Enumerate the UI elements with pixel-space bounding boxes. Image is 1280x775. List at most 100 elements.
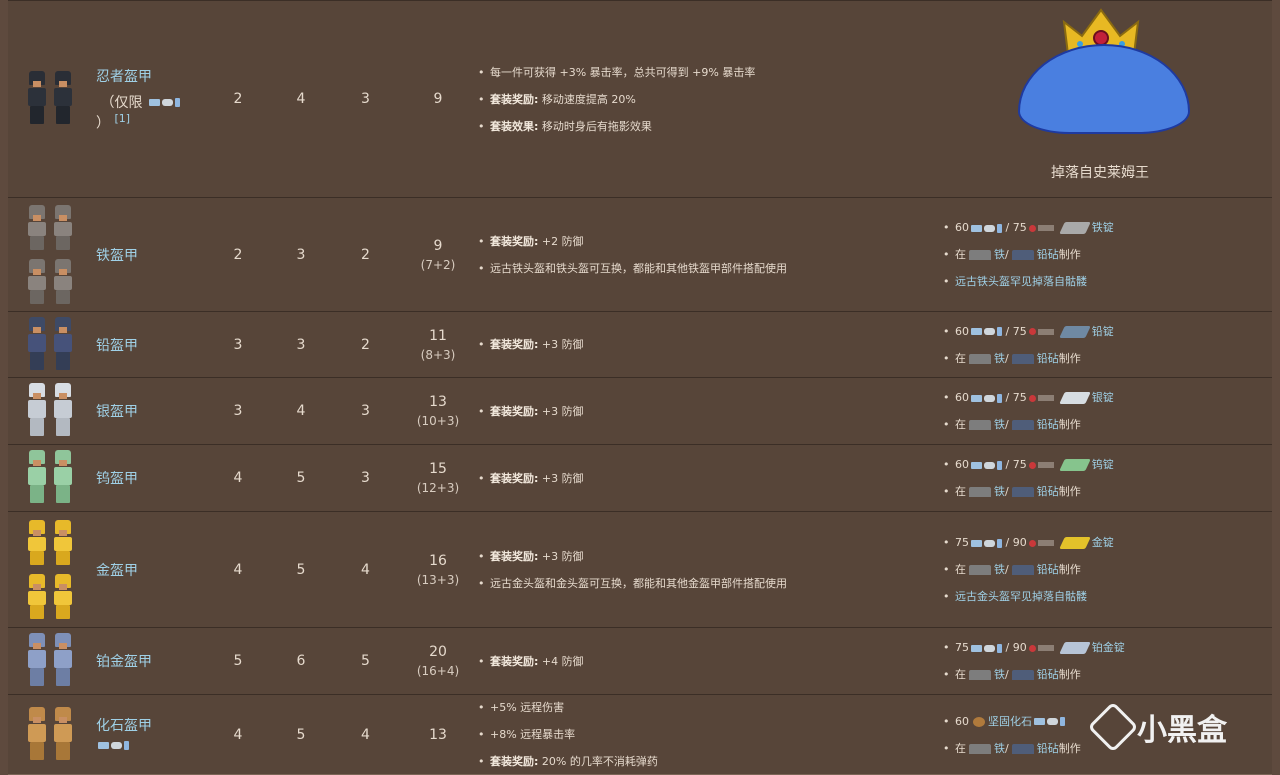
- console-icon: [1047, 718, 1058, 725]
- material-link[interactable]: 坚固化石: [988, 715, 1032, 728]
- bonus-text: +4 防御: [541, 654, 584, 668]
- armor-name-link[interactable]: 化石盔甲: [96, 715, 152, 735]
- platinum-bar-icon: [1058, 642, 1091, 654]
- anvil-link[interactable]: 铅砧: [1037, 352, 1059, 365]
- armor-figure-icon: [25, 71, 49, 127]
- anvil-link[interactable]: 铁: [994, 485, 1005, 498]
- iron-anvil-icon: [969, 420, 991, 430]
- bar-link[interactable]: 铂金锭: [1092, 641, 1125, 654]
- old-gen-console-icon: [1028, 224, 1036, 232]
- iron-anvil-icon: [969, 487, 991, 497]
- total-value: 13: [429, 726, 447, 743]
- head-defense: 4: [233, 470, 243, 486]
- anvil-link[interactable]: 铁: [994, 418, 1005, 431]
- craft-item: 在铁/铅砧制作: [943, 241, 1114, 268]
- platform-note-close: ）: [96, 115, 110, 132]
- armor-figure-icon: [25, 258, 49, 305]
- bonus-item: 套装奖励: +3 防御: [478, 543, 787, 570]
- pc-icon: [98, 742, 109, 749]
- bonus-cell: +5% 远程伤害 +8% 远程暴击率 套装奖励: 20% 的几率不消耗弹药: [478, 694, 933, 775]
- total-breakdown: (10+3): [416, 414, 460, 428]
- armor-name-link[interactable]: 金盔甲: [96, 560, 138, 580]
- armor-name-link[interactable]: 铅盔甲: [96, 335, 138, 355]
- mobile-icon: [174, 98, 180, 108]
- armor-name-link[interactable]: 忍者盔甲: [96, 66, 180, 86]
- mobile-icon: [997, 327, 1002, 336]
- craft-suffix: 制作: [1058, 485, 1081, 498]
- footnote-link[interactable]: [1]: [114, 112, 130, 125]
- bonus-item: 套装奖励: 20% 的几率不消耗弹药: [478, 748, 658, 775]
- bar-link[interactable]: 银锭: [1092, 391, 1114, 404]
- table-row: 铁盔甲 2 3 2 9 (7+2) 套装奖励: +2 防御 远古铁头盔和铁头盔可…: [8, 197, 1272, 312]
- armor-name-link[interactable]: 铁盔甲: [96, 245, 138, 265]
- anvil-link[interactable]: 铁: [994, 248, 1005, 261]
- bar-link[interactable]: 钨锭: [1092, 458, 1114, 471]
- armor-figure-icon: [51, 706, 75, 763]
- armor-name-cell: 钨盔甲: [96, 445, 196, 511]
- extra-item: 远古金头盔罕见掉落自骷髅: [943, 583, 1114, 610]
- armor-name-link[interactable]: 银盔甲: [96, 401, 138, 421]
- anvil-link[interactable]: 铅砧: [1037, 248, 1059, 261]
- bar-link[interactable]: 铁锭: [1092, 221, 1114, 234]
- bonus-text: +3 防御: [541, 471, 584, 485]
- cost-item: 60 / 75钨锭: [943, 451, 1114, 478]
- armor-name-link[interactable]: 钨盔甲: [96, 468, 138, 488]
- bonus-label: 套装奖励:: [490, 338, 539, 351]
- bonus-cell: 套装奖励: +2 防御 远古铁头盔和铁头盔可互换，都能和其他铁盔甲部件搭配使用: [478, 198, 933, 311]
- craft-suffix: 制作: [1058, 741, 1081, 755]
- head-defense: 3: [233, 336, 243, 353]
- armor-figure-icon: [25, 204, 49, 251]
- armor-figure-icon: [25, 633, 49, 689]
- total-breakdown: (7+2): [420, 257, 456, 272]
- 3ds-icon: [1037, 225, 1054, 231]
- head-defense: 3: [233, 403, 243, 419]
- cost-secondary: 75: [1012, 391, 1027, 404]
- bonus-text: 20% 的几率不消耗弹药: [541, 755, 658, 768]
- bonus-item: +5% 远程伤害: [478, 694, 658, 721]
- anvil-link[interactable]: 铅砧: [1037, 742, 1059, 755]
- bonus-text: 每一件可获得 +3% 暴击率，总共可得到 +9% 暴击率: [490, 65, 756, 79]
- source-cell: 75 / 90金锭 在铁/铅砧制作 远古金头盔罕见掉落自骷髅: [943, 512, 1272, 627]
- armor-name-cell: 金盔甲: [96, 512, 196, 627]
- bar-link[interactable]: 金锭: [1092, 536, 1114, 549]
- craft-suffix: 制作: [1058, 418, 1081, 431]
- legs-defense: 3: [361, 470, 370, 486]
- bonus-list: +5% 远程伤害 +8% 远程暴击率 套装奖励: 20% 的几率不消耗弹药: [478, 694, 658, 775]
- bar-link[interactable]: 铅锭: [1092, 325, 1114, 338]
- armor-name-link[interactable]: 铂金盔甲: [96, 651, 152, 671]
- armor-sprite: [8, 445, 92, 511]
- bonus-cell: 套装奖励: +3 防御 远古金头盔和金头盔可互换，都能和其他金盔甲部件搭配使用: [478, 512, 933, 627]
- source-list: 60 / 75铅锭 在铁/铅砧制作: [943, 318, 1114, 372]
- bonus-label: 套装奖励:: [490, 404, 539, 418]
- body-defense: 4: [296, 91, 306, 107]
- anvil-link[interactable]: 铅砧: [1037, 485, 1059, 498]
- anvil-link[interactable]: 铁: [994, 352, 1005, 365]
- extra-link[interactable]: 远古铁头盔罕见掉落自骷髅: [955, 275, 1087, 288]
- craft-item: 在铁/铅砧制作: [943, 478, 1114, 505]
- tungsten-bar-icon: [1058, 459, 1091, 471]
- anvil-link[interactable]: 铅砧: [1037, 418, 1059, 431]
- old-gen-console-icon: [1028, 461, 1036, 469]
- source-list: 60 坚固化石 在铁/铅砧制作: [943, 708, 1081, 762]
- anvil-link[interactable]: 铁: [994, 563, 1005, 576]
- cost-primary: 60: [955, 324, 969, 338]
- armor-figure-icon: [51, 383, 75, 439]
- bonus-list: 套装奖励: +3 防御: [478, 331, 584, 358]
- lead-anvil-icon: [1011, 420, 1034, 430]
- mobile-icon: [997, 538, 1002, 548]
- anvil-link[interactable]: 铅砧: [1037, 563, 1059, 576]
- iron-anvil-icon: [969, 743, 991, 754]
- craft-prefix: 在: [955, 485, 966, 498]
- iron-bar-icon: [1058, 222, 1091, 234]
- console-icon: [111, 742, 122, 749]
- source-cell: 60 / 75铁锭 在铁/铅砧制作 远古铁头盔罕见掉落自骷髅: [943, 198, 1272, 311]
- extra-link[interactable]: 远古金头盔罕见掉落自骷髅: [955, 590, 1087, 603]
- head-defense: 5: [233, 653, 243, 669]
- bonus-text: +2 防御: [541, 234, 584, 248]
- old-gen-console-icon: [1028, 394, 1036, 402]
- bonus-item: 每一件可获得 +3% 暴击率，总共可得到 +9% 暴击率: [478, 59, 755, 86]
- anvil-link[interactable]: 铅砧: [1037, 668, 1059, 681]
- anvil-link[interactable]: 铁: [994, 668, 1005, 681]
- anvil-link[interactable]: 铁: [994, 742, 1005, 755]
- bonus-list: 套装奖励: +4 防御: [478, 648, 584, 675]
